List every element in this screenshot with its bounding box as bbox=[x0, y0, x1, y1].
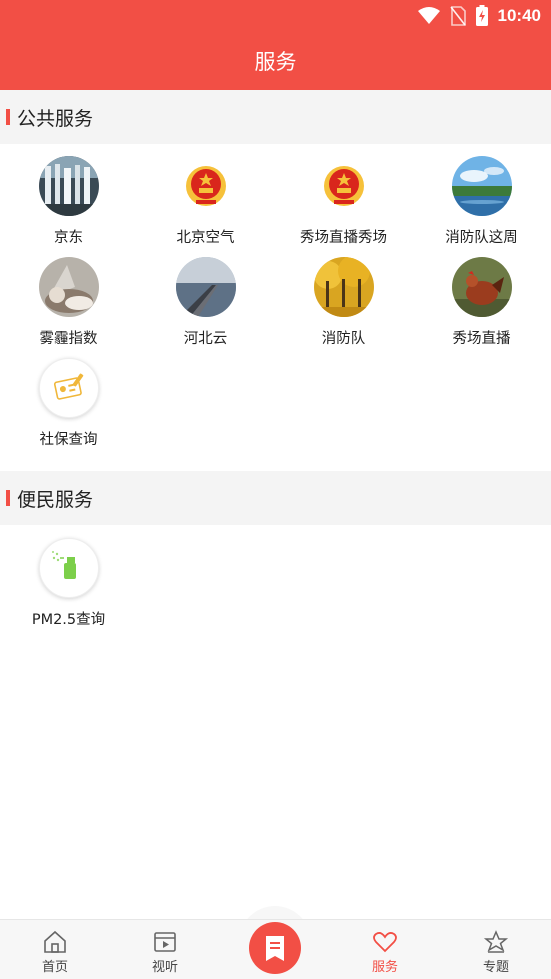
service-item-label: 京东 bbox=[54, 230, 83, 246]
tab-services[interactable]: 服务 bbox=[330, 920, 440, 979]
pier-photo-icon bbox=[176, 257, 236, 317]
id-card-icon bbox=[39, 358, 99, 418]
service-item-live-show-2[interactable]: 秀场直播秀场 bbox=[275, 156, 412, 256]
service-item-hebei-cloud[interactable]: 河北云 bbox=[137, 257, 274, 357]
section-header-convenience: 便民服务 bbox=[0, 471, 551, 525]
app-header: 10:40 服务 bbox=[0, 0, 551, 90]
service-item-label: 雾霾指数 bbox=[39, 331, 98, 347]
bookmark-icon bbox=[266, 936, 284, 961]
tab-video[interactable]: 视听 bbox=[110, 920, 220, 979]
status-time: 10:40 bbox=[497, 5, 541, 25]
national-emblem-icon bbox=[176, 156, 236, 216]
service-item-live-show[interactable]: 秀场直播 bbox=[413, 257, 550, 357]
service-item-label: 社保查询 bbox=[39, 432, 98, 448]
service-item-jd[interactable]: 京东 bbox=[0, 156, 137, 256]
service-item-smog-index[interactable]: 雾霾指数 bbox=[0, 257, 137, 357]
section-accent-bar bbox=[6, 109, 10, 125]
status-icons: 10:40 bbox=[417, 5, 541, 26]
service-item-fire-week[interactable]: 消防队这周 bbox=[413, 156, 550, 256]
section-header-public: 公共服务 bbox=[0, 90, 551, 144]
rooster-photo-icon bbox=[452, 257, 512, 317]
service-item-label: 消防队这周 bbox=[445, 230, 518, 246]
tab-label: 服务 bbox=[371, 960, 398, 975]
no-sim-icon bbox=[449, 5, 466, 26]
home-icon bbox=[44, 930, 66, 953]
tab-topics[interactable]: 专题 bbox=[441, 920, 551, 979]
status-bar: 10:40 bbox=[0, 0, 551, 32]
service-item-social-security[interactable]: 社保查询 bbox=[0, 358, 137, 458]
star-icon bbox=[483, 930, 509, 953]
cat-photo-icon bbox=[39, 257, 99, 317]
service-item-label: 消防队 bbox=[321, 331, 366, 347]
center-action-button[interactable] bbox=[249, 922, 301, 974]
spray-bottle-icon bbox=[39, 538, 99, 598]
service-item-pm25[interactable]: PM2.5查询 bbox=[0, 538, 137, 638]
section-accent-bar bbox=[6, 490, 10, 506]
service-item-label: 秀场直播 bbox=[452, 331, 511, 347]
page-title: 服务 bbox=[254, 50, 297, 74]
autumn-trees-photo-icon bbox=[314, 257, 374, 317]
national-emblem-icon bbox=[314, 156, 374, 216]
service-item-label: 北京空气 bbox=[176, 230, 235, 246]
tab-label: 专题 bbox=[482, 960, 509, 975]
heart-icon bbox=[373, 932, 397, 953]
service-item-label: PM2.5查询 bbox=[31, 612, 106, 628]
tab-label: 首页 bbox=[41, 960, 68, 975]
service-item-fire-brigade[interactable]: 消防队 bbox=[275, 257, 412, 357]
video-icon bbox=[154, 932, 176, 952]
service-item-beijing-air[interactable]: 北京空气 bbox=[137, 156, 274, 256]
lake-photo-icon bbox=[452, 156, 512, 216]
section-title: 便民服务 bbox=[17, 489, 94, 511]
section-title: 公共服务 bbox=[17, 108, 94, 130]
tab-label: 视听 bbox=[151, 960, 178, 975]
service-item-label: 秀场直播秀场 bbox=[300, 230, 387, 246]
battery-charging-icon bbox=[475, 5, 488, 26]
waterfall-photo-icon bbox=[39, 156, 99, 216]
tab-home[interactable]: 首页 bbox=[0, 920, 110, 979]
wifi-icon bbox=[417, 6, 440, 24]
service-item-label: 河北云 bbox=[183, 331, 228, 347]
